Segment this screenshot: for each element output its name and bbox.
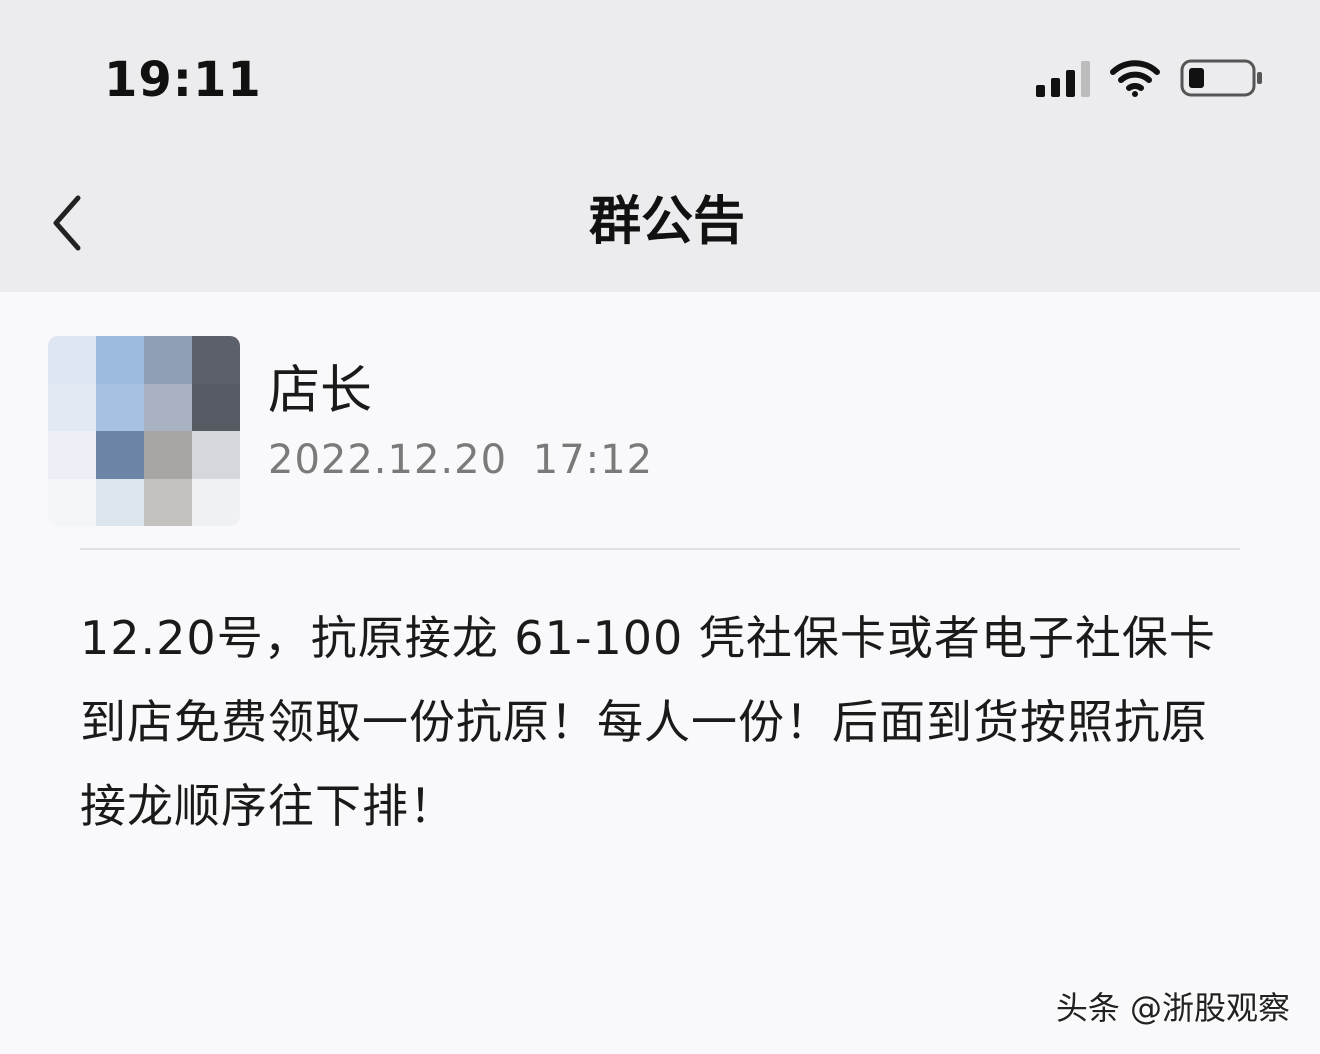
cellular-signal-icon <box>1036 59 1090 97</box>
avatar-pixel <box>192 431 240 479</box>
author-name: 店长 <box>268 361 373 421</box>
announcement-body: 12.20号，抗原接龙 61-100 凭社保卡或者电子社保卡到店免费领取一份抗原… <box>80 611 1216 833</box>
avatar-pixel <box>192 478 240 526</box>
avatar-pixel <box>48 431 96 479</box>
avatar-pixel <box>96 383 144 431</box>
announcement-card: 店长 2022.12.20 17:12 12.20号，抗原接龙 61-100 凭… <box>0 292 1320 1054</box>
status-time: 19:11 <box>104 52 262 108</box>
status-icons <box>1036 56 1264 100</box>
avatar-pixel <box>96 478 144 526</box>
avatar-pixel <box>48 478 96 526</box>
top-bar: 19:11 群公告 <box>0 0 1320 292</box>
wifi-icon <box>1110 59 1160 97</box>
divider <box>80 548 1240 550</box>
avatar-pixel <box>144 478 192 526</box>
post-timestamp: 2022.12.20 17:12 <box>268 437 654 483</box>
avatar[interactable] <box>48 336 240 526</box>
watermark: 头条 @浙股观察 <box>1055 989 1290 1027</box>
battery-icon <box>1180 58 1264 98</box>
avatar-pixel <box>192 383 240 431</box>
avatar-pixel <box>144 431 192 479</box>
avatar-pixel <box>96 336 144 384</box>
avatar-pixel <box>144 383 192 431</box>
avatar-pixel <box>48 336 96 384</box>
page-title: 群公告 <box>588 192 745 252</box>
avatar-pixel <box>48 383 96 431</box>
avatar-pixel <box>192 336 240 384</box>
avatar-pixel <box>96 431 144 479</box>
avatar-pixel <box>144 336 192 384</box>
